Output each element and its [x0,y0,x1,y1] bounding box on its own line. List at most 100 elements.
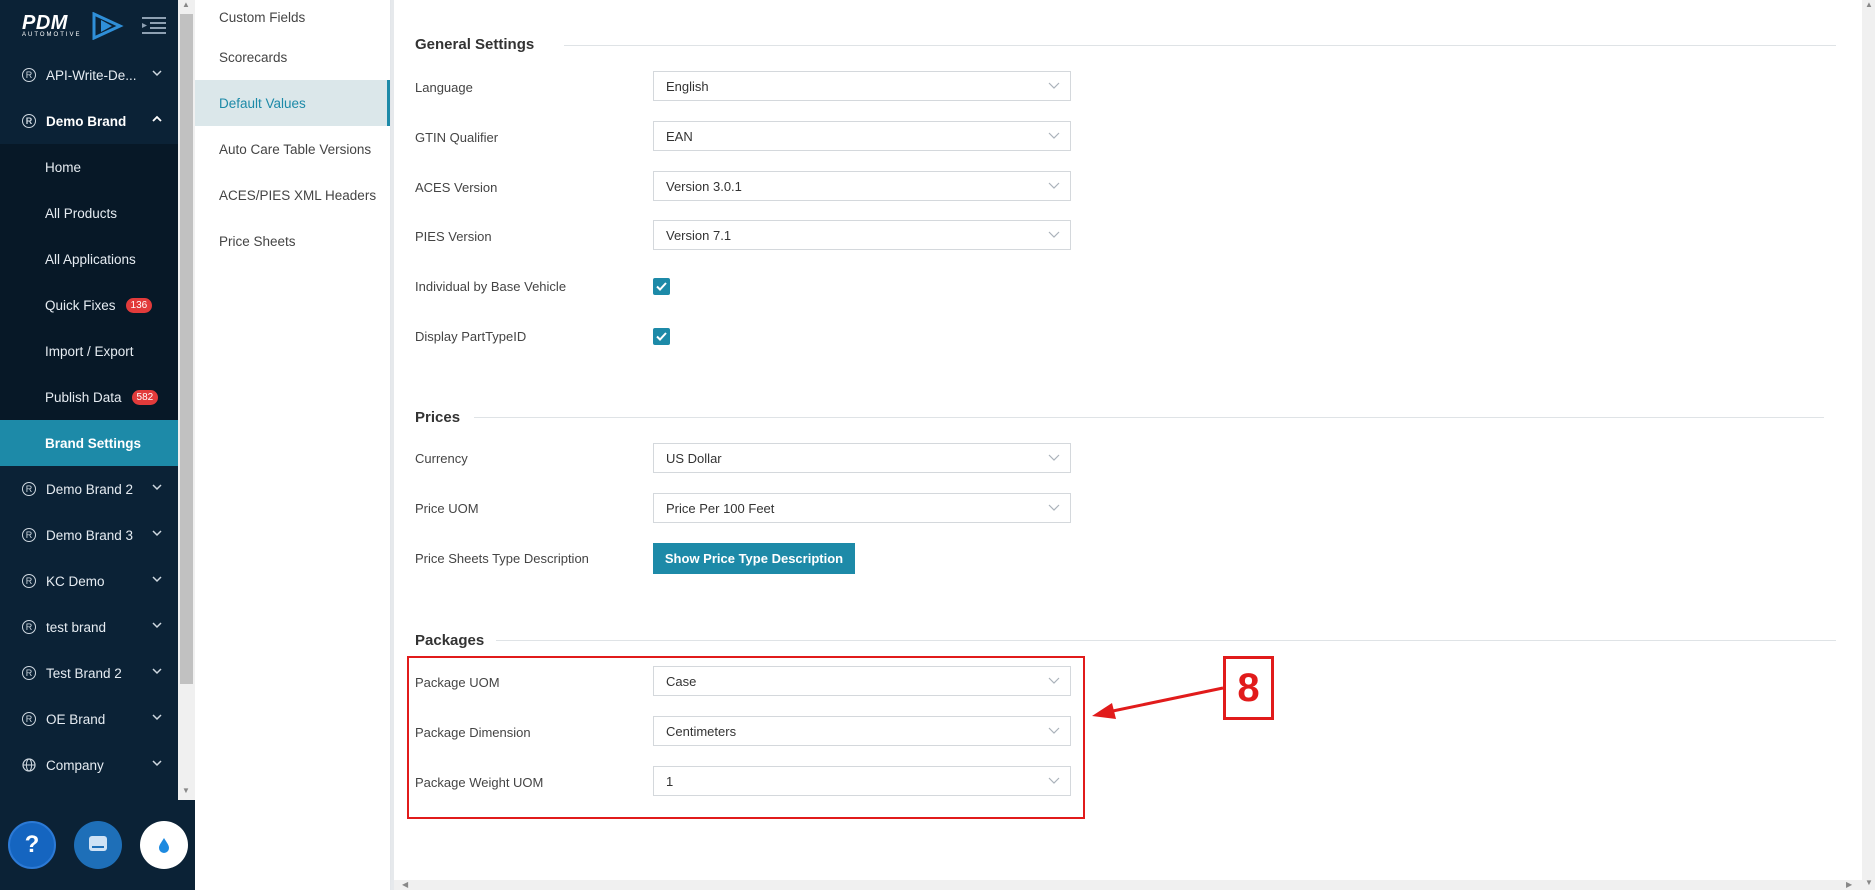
sidebar-item-label: All Applications [45,251,136,267]
language-label: Language [415,80,473,95]
notifications-button[interactable] [140,821,188,869]
price-uom-select[interactable]: Price Per 100 Feet [653,493,1071,523]
page-horizontal-scrollbar[interactable]: ◀ ▶ [394,880,1862,890]
settings-submenu: Custom Fields Scorecards Default Values … [195,0,391,890]
sidebar-brand-label: Demo Brand 3 [46,527,134,543]
individual-base-vehicle-checkbox[interactable] [653,278,670,295]
sidebar-item-home[interactable]: Home [0,144,178,190]
scroll-up-arrow-icon[interactable]: ▲ [182,0,190,9]
aces-version-select[interactable]: Version 3.0.1 [653,171,1071,201]
registered-icon: R [22,666,36,680]
collapse-menu-icon[interactable] [142,15,166,35]
annotation-arrow-icon [1092,686,1224,719]
chat-button[interactable] [74,821,122,869]
submenu-aces-pies-xml-headers[interactable]: ACES/PIES XML Headers [195,172,390,218]
sidebar-brand-label: OE Brand [46,711,106,727]
chevron-down-icon [1048,504,1060,511]
sidebar-scroll-thumb[interactable] [180,14,193,684]
submenu-label: Default Values [219,95,306,111]
sidebar-brand-label: KC Demo [46,573,105,589]
submenu-scorecards[interactable]: Scorecards [195,34,390,80]
language-value: English [666,79,709,94]
logo-subtext: AUTOMOTIVE [22,32,82,38]
registered-icon: R [22,114,36,128]
sidebar-company-label: Company [46,757,104,773]
sidebar-brand-kc-demo[interactable]: R KC Demo [0,558,178,604]
gtin-qualifier-select[interactable]: EAN [653,121,1071,151]
chevron-down-icon [152,484,162,491]
sidebar-company[interactable]: Company [0,742,178,788]
price-sheets-type-description-label: Price Sheets Type Description [415,551,589,566]
sidebar-brand-demo-brand[interactable]: R Demo Brand [0,98,178,144]
currency-select[interactable]: US Dollar [653,443,1071,473]
chevron-down-icon [152,70,162,77]
chevron-down-icon [152,530,162,537]
pies-version-label: PIES Version [415,229,492,244]
show-price-type-description-button[interactable]: Show Price Type Description [653,543,855,574]
pies-version-select[interactable]: Version 7.1 [653,220,1071,250]
pdm-logo[interactable]: PDM AUTOMOTIVE [22,12,124,40]
count-badge: 136 [125,297,153,313]
section-title-general-settings: General Settings [415,36,535,53]
registered-icon: R [22,574,36,588]
scroll-down-arrow-icon[interactable]: ▼ [1865,878,1873,887]
annotation-step-number: 8 [1223,656,1274,720]
section-divider [496,640,1836,641]
sidebar-brand-label: Demo Brand 2 [46,481,134,497]
page-vertical-scrollbar[interactable]: ▲ ▼ [1862,0,1875,890]
currency-value: US Dollar [666,451,722,466]
checkmark-icon [656,282,667,291]
chevron-down-icon [152,714,162,721]
sidebar-item-label: Publish Data [45,389,122,405]
submenu-label: Price Sheets [219,233,296,249]
registered-icon: R [22,68,36,82]
sidebar-item-all-applications[interactable]: All Applications [0,236,178,282]
section-divider [474,417,1824,418]
chevron-down-icon [1048,132,1060,139]
sidebar-brand-demo-brand-2[interactable]: R Demo Brand 2 [0,466,178,512]
section-title-prices: Prices [415,409,461,426]
sidebar-brand-test-brand[interactable]: R test brand [0,604,178,650]
scroll-up-arrow-icon[interactable]: ▲ [1865,0,1873,9]
submenu-default-values[interactable]: Default Values [195,80,390,126]
sidebar-brand-label: Test Brand 2 [46,665,122,681]
sidebar-scrollbar[interactable]: ▲ ▼ [178,0,195,800]
submenu-auto-care-table-versions[interactable]: Auto Care Table Versions [195,126,390,172]
sidebar-brand-demo-brand-3[interactable]: R Demo Brand 3 [0,512,178,558]
display-parttypeid-checkbox[interactable] [653,328,670,345]
sidebar-item-label: Brand Settings [45,435,142,451]
sidebar-item-publish-data[interactable]: Publish Data 582 [0,374,178,420]
individual-base-vehicle-label: Individual by Base Vehicle [415,279,567,294]
logo-text: PDM [22,12,68,34]
chevron-down-icon [1048,231,1060,238]
sidebar-item-all-products[interactable]: All Products [0,190,178,236]
brand-submenu: Home All Products All Applications Quick… [0,144,178,466]
sidebar-item-quick-fixes[interactable]: Quick Fixes 136 [0,282,178,328]
chat-icon [89,836,107,851]
language-select[interactable]: English [653,71,1071,101]
gtin-qualifier-label: GTIN Qualifier [415,130,499,145]
submenu-label: Auto Care Table Versions [219,141,372,157]
sidebar-brand-test-brand-2[interactable]: R Test Brand 2 [0,650,178,696]
help-button[interactable]: ? [8,821,56,869]
chevron-down-icon [1048,454,1060,461]
sidebar-brand-oe-brand[interactable]: R OE Brand [0,696,178,742]
submenu-label: Custom Fields [219,9,306,25]
display-parttypeid-label: Display PartTypeID [415,329,527,344]
sidebar-item-import-export[interactable]: Import / Export [0,328,178,374]
submenu-price-sheets[interactable]: Price Sheets [195,218,390,264]
checkmark-icon [656,332,667,341]
chevron-down-icon [152,576,162,583]
scroll-right-arrow-icon[interactable]: ▶ [1846,880,1852,889]
section-divider [564,45,1836,46]
submenu-custom-fields[interactable]: Custom Fields [195,0,390,34]
sidebar-header: PDM AUTOMOTIVE [0,0,178,52]
sidebar-item-brand-settings[interactable]: Brand Settings [0,420,178,466]
sidebar-brand-api-write[interactable]: R API-Write-De... [0,52,178,98]
scroll-down-arrow-icon[interactable]: ▼ [182,786,190,795]
gtin-qualifier-value: EAN [666,129,693,144]
scroll-left-arrow-icon[interactable]: ◀ [402,880,408,889]
sidebar-brand-label: Demo Brand [46,113,127,129]
section-title-packages: Packages [415,632,485,649]
globe-icon [22,758,36,772]
